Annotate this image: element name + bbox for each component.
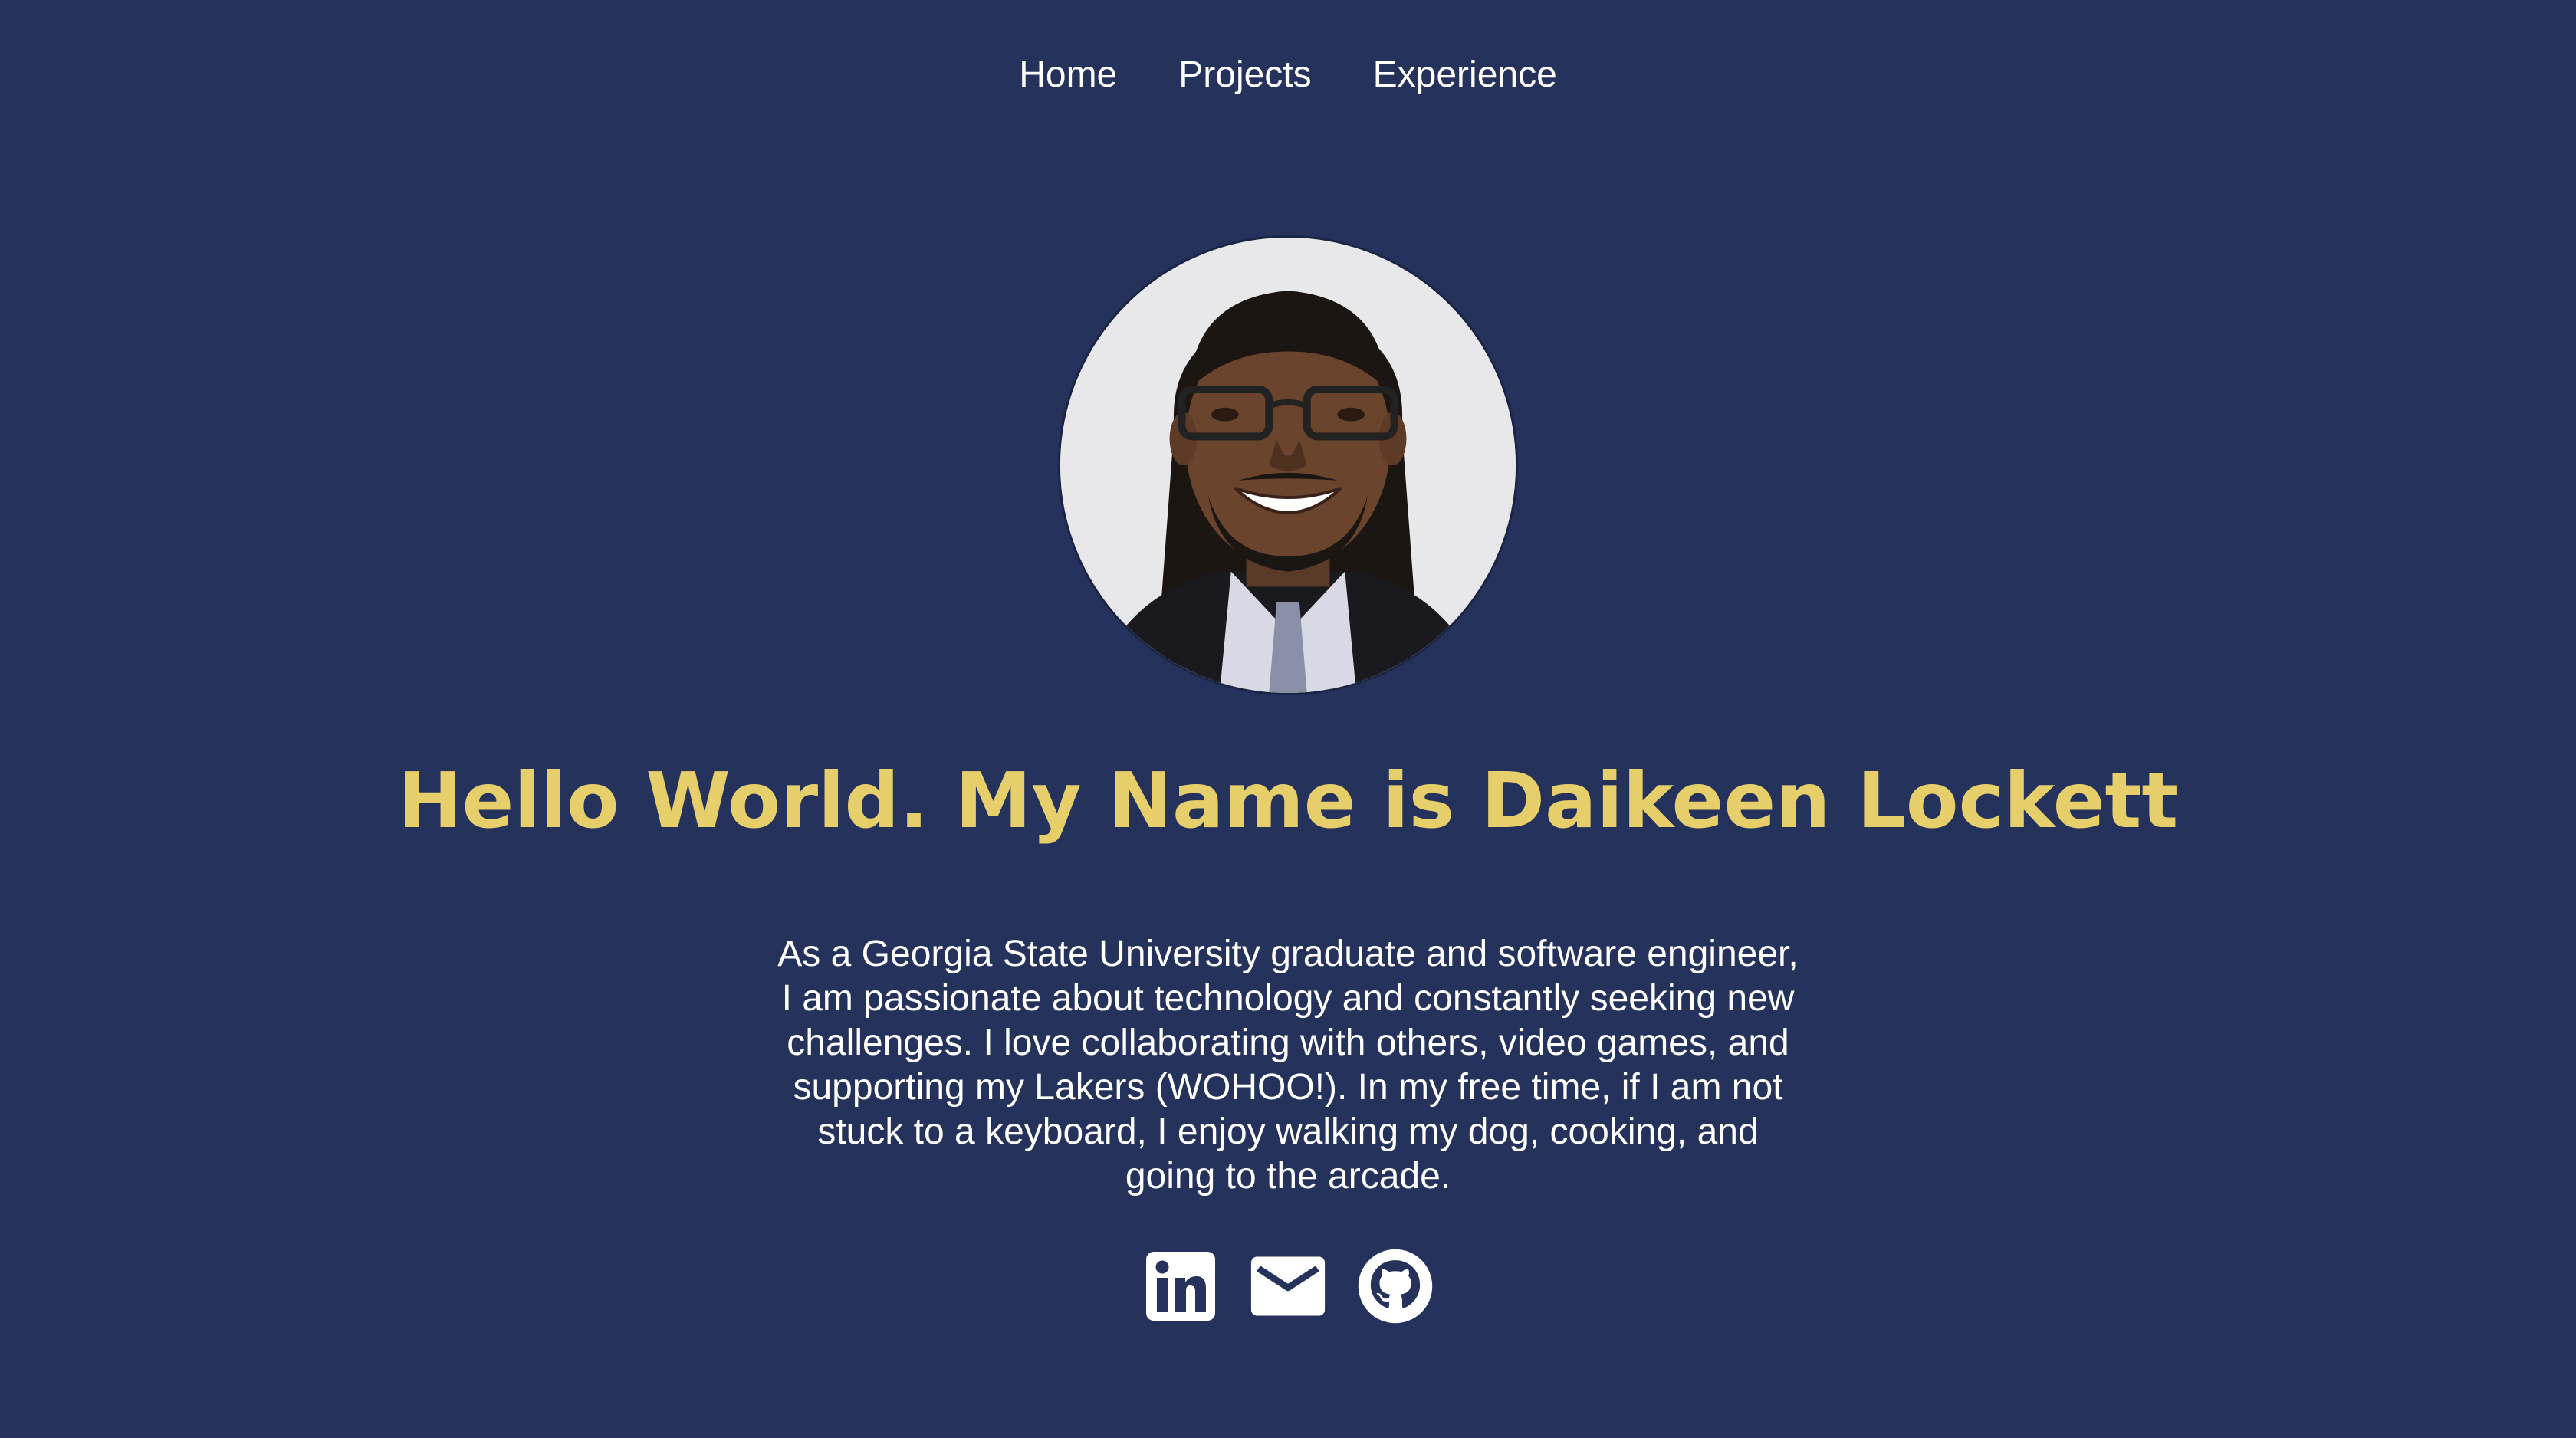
nav-projects-link[interactable]: Projects [1178, 48, 1311, 103]
bio-text: As a Georgia State University graduate a… [777, 934, 1799, 1197]
linkedin-icon [1146, 1252, 1215, 1321]
profile-photo [1058, 235, 1518, 695]
nav-home-link[interactable]: Home [1019, 48, 1117, 103]
nav-experience-link[interactable]: Experience [1373, 48, 1557, 103]
profile-photo-illustration [1060, 238, 1516, 693]
linkedin-link[interactable] [1142, 1248, 1219, 1325]
social-links [0, 1248, 2576, 1325]
page-title: Hello World. My Name is Daikeen Lockett [397, 756, 2179, 845]
main-nav: Home Projects Experience [0, 48, 2576, 103]
github-icon [1358, 1249, 1433, 1324]
email-link[interactable] [1250, 1248, 1326, 1325]
github-link[interactable] [1357, 1248, 1434, 1325]
email-icon [1250, 1256, 1326, 1316]
